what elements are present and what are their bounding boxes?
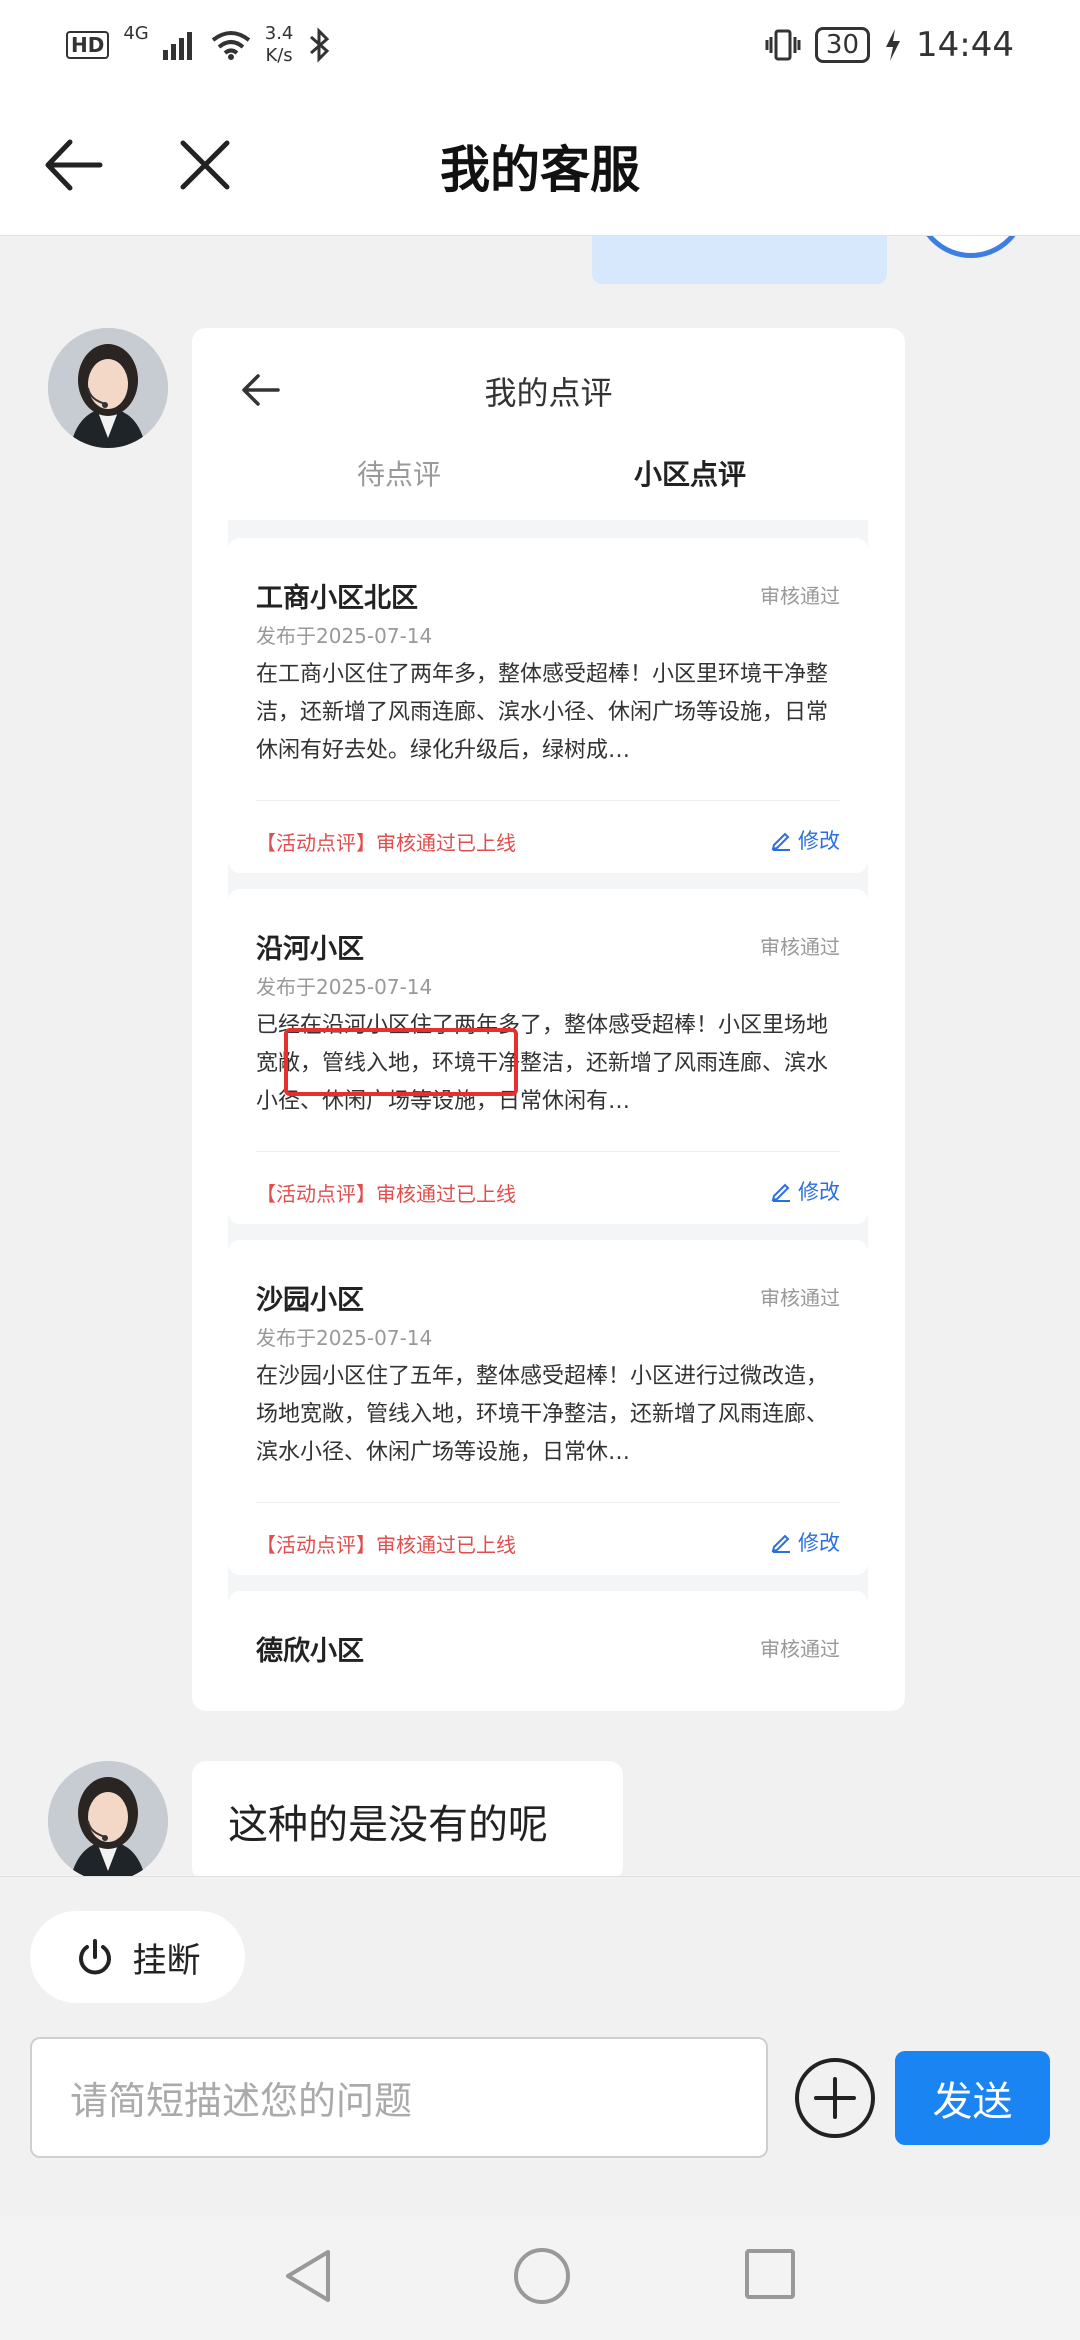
review-community-name: 德欣小区 xyxy=(256,1636,364,1667)
message-input[interactable]: 请简短描述您的问题 xyxy=(30,2037,768,2158)
input-area: 挂断 请简短描述您的问题 发送 xyxy=(0,1876,1080,2217)
nav-back-icon[interactable] xyxy=(282,2246,334,2306)
network-speed: 3.4 K/s xyxy=(264,23,294,66)
review-community-name: 沿河小区 xyxy=(256,934,364,965)
review-card: 工商小区北区 审核通过 发布于2025-07-14 在工商小区住了两年多，整体感… xyxy=(228,538,868,873)
review-text: 在沙园小区住了五年，整体感受超棒！小区进行过微改造，场地宽敞，管线入地，环境干净… xyxy=(256,1364,829,1465)
edit-link: 修改 xyxy=(770,1176,840,1206)
review-activity-tag: 【活动点评】审核通过已上线 xyxy=(256,1182,516,1206)
status-right: 30 14:44 xyxy=(765,25,1014,65)
screenshot-image[interactable]: 我的点评 待点评 小区点评 工商小区北区 审核通过 发布于2025-07-14 … xyxy=(192,328,905,1711)
page-title: 我的客服 xyxy=(440,141,640,199)
review-list: 工商小区北区 审核通过 发布于2025-07-14 在工商小区住了两年多，整体感… xyxy=(228,520,868,1711)
review-card: 德欣小区 审核通过 xyxy=(228,1591,868,1711)
hangup-label: 挂断 xyxy=(132,1940,201,1981)
clock: 14:44 xyxy=(916,25,1014,65)
pencil-icon xyxy=(771,1183,790,1202)
system-nav-bar xyxy=(0,2216,1080,2340)
status-bar: HD 4G 3.4 K/s 30 14:44 xyxy=(0,0,1080,90)
screenshot-title: 我的点评 xyxy=(484,374,613,412)
agent-avatar[interactable] xyxy=(48,1761,168,1876)
user-avatar[interactable] xyxy=(915,236,1027,258)
signal-icon xyxy=(162,32,192,60)
pencil-icon xyxy=(771,1534,790,1553)
tab-pending-review: 待点评 xyxy=(357,458,442,491)
nav-home-icon[interactable] xyxy=(514,2248,570,2304)
review-community-name: 工商小区北区 xyxy=(256,583,418,614)
review-activity-tag: 【活动点评】审核通过已上线 xyxy=(256,831,516,855)
nav-recents-icon[interactable] xyxy=(745,2249,795,2299)
agent-message-text: 这种的是没有的呢 xyxy=(228,1802,548,1848)
review-date: 发布于2025-07-14 xyxy=(256,1326,433,1350)
tab-community-review: 小区点评 xyxy=(634,458,747,491)
review-date: 发布于2025-07-14 xyxy=(256,624,433,648)
hd-icon: HD xyxy=(66,31,110,59)
plus-circle-icon[interactable] xyxy=(792,2055,878,2141)
user-message-bubble[interactable] xyxy=(592,236,887,284)
highlight-annotation-box xyxy=(284,1028,518,1096)
send-button[interactable]: 发送 xyxy=(895,2051,1050,2145)
review-card: 沙园小区 审核通过 发布于2025-07-14 在沙园小区住了五年，整体感受超棒… xyxy=(228,1240,868,1575)
review-status: 审核通过 xyxy=(760,584,840,608)
review-community-name: 沙园小区 xyxy=(256,1285,364,1316)
divider xyxy=(256,1151,840,1152)
power-icon xyxy=(78,1939,111,1975)
charging-icon xyxy=(886,29,901,61)
vibrate-icon xyxy=(765,29,801,61)
review-status: 审核通过 xyxy=(760,1637,840,1661)
battery-icon: 30 xyxy=(814,27,871,63)
review-status: 审核通过 xyxy=(760,1286,840,1310)
bluetooth-icon xyxy=(310,27,330,63)
chat-area[interactable]: 我的点评 待点评 小区点评 工商小区北区 审核通过 发布于2025-07-14 … xyxy=(0,236,1080,1876)
wifi-icon xyxy=(211,31,250,60)
agent-avatar[interactable] xyxy=(48,328,168,448)
divider xyxy=(256,1502,840,1503)
status-left: HD 4G 3.4 K/s xyxy=(66,23,331,67)
edit-link: 修改 xyxy=(770,825,840,855)
agent-message-bubble[interactable]: 这种的是没有的呢 xyxy=(192,1761,623,1876)
review-activity-tag: 【活动点评】审核通过已上线 xyxy=(256,1533,516,1557)
review-status: 审核通过 xyxy=(760,935,840,959)
review-date: 发布于2025-07-14 xyxy=(256,975,433,999)
network-type: 4G xyxy=(123,23,149,44)
edit-link: 修改 xyxy=(770,1527,840,1557)
hangup-button[interactable]: 挂断 xyxy=(30,1911,245,2003)
divider xyxy=(256,800,840,801)
app-header: 我的客服 xyxy=(0,90,1080,236)
review-text: 在工商小区住了两年多，整体感受超棒！小区里环境干净整洁，还新增了风雨连廊、滨水小… xyxy=(256,662,829,763)
message-input-row: 请简短描述您的问题 发送 xyxy=(30,2037,1050,2163)
pencil-icon xyxy=(771,832,790,851)
